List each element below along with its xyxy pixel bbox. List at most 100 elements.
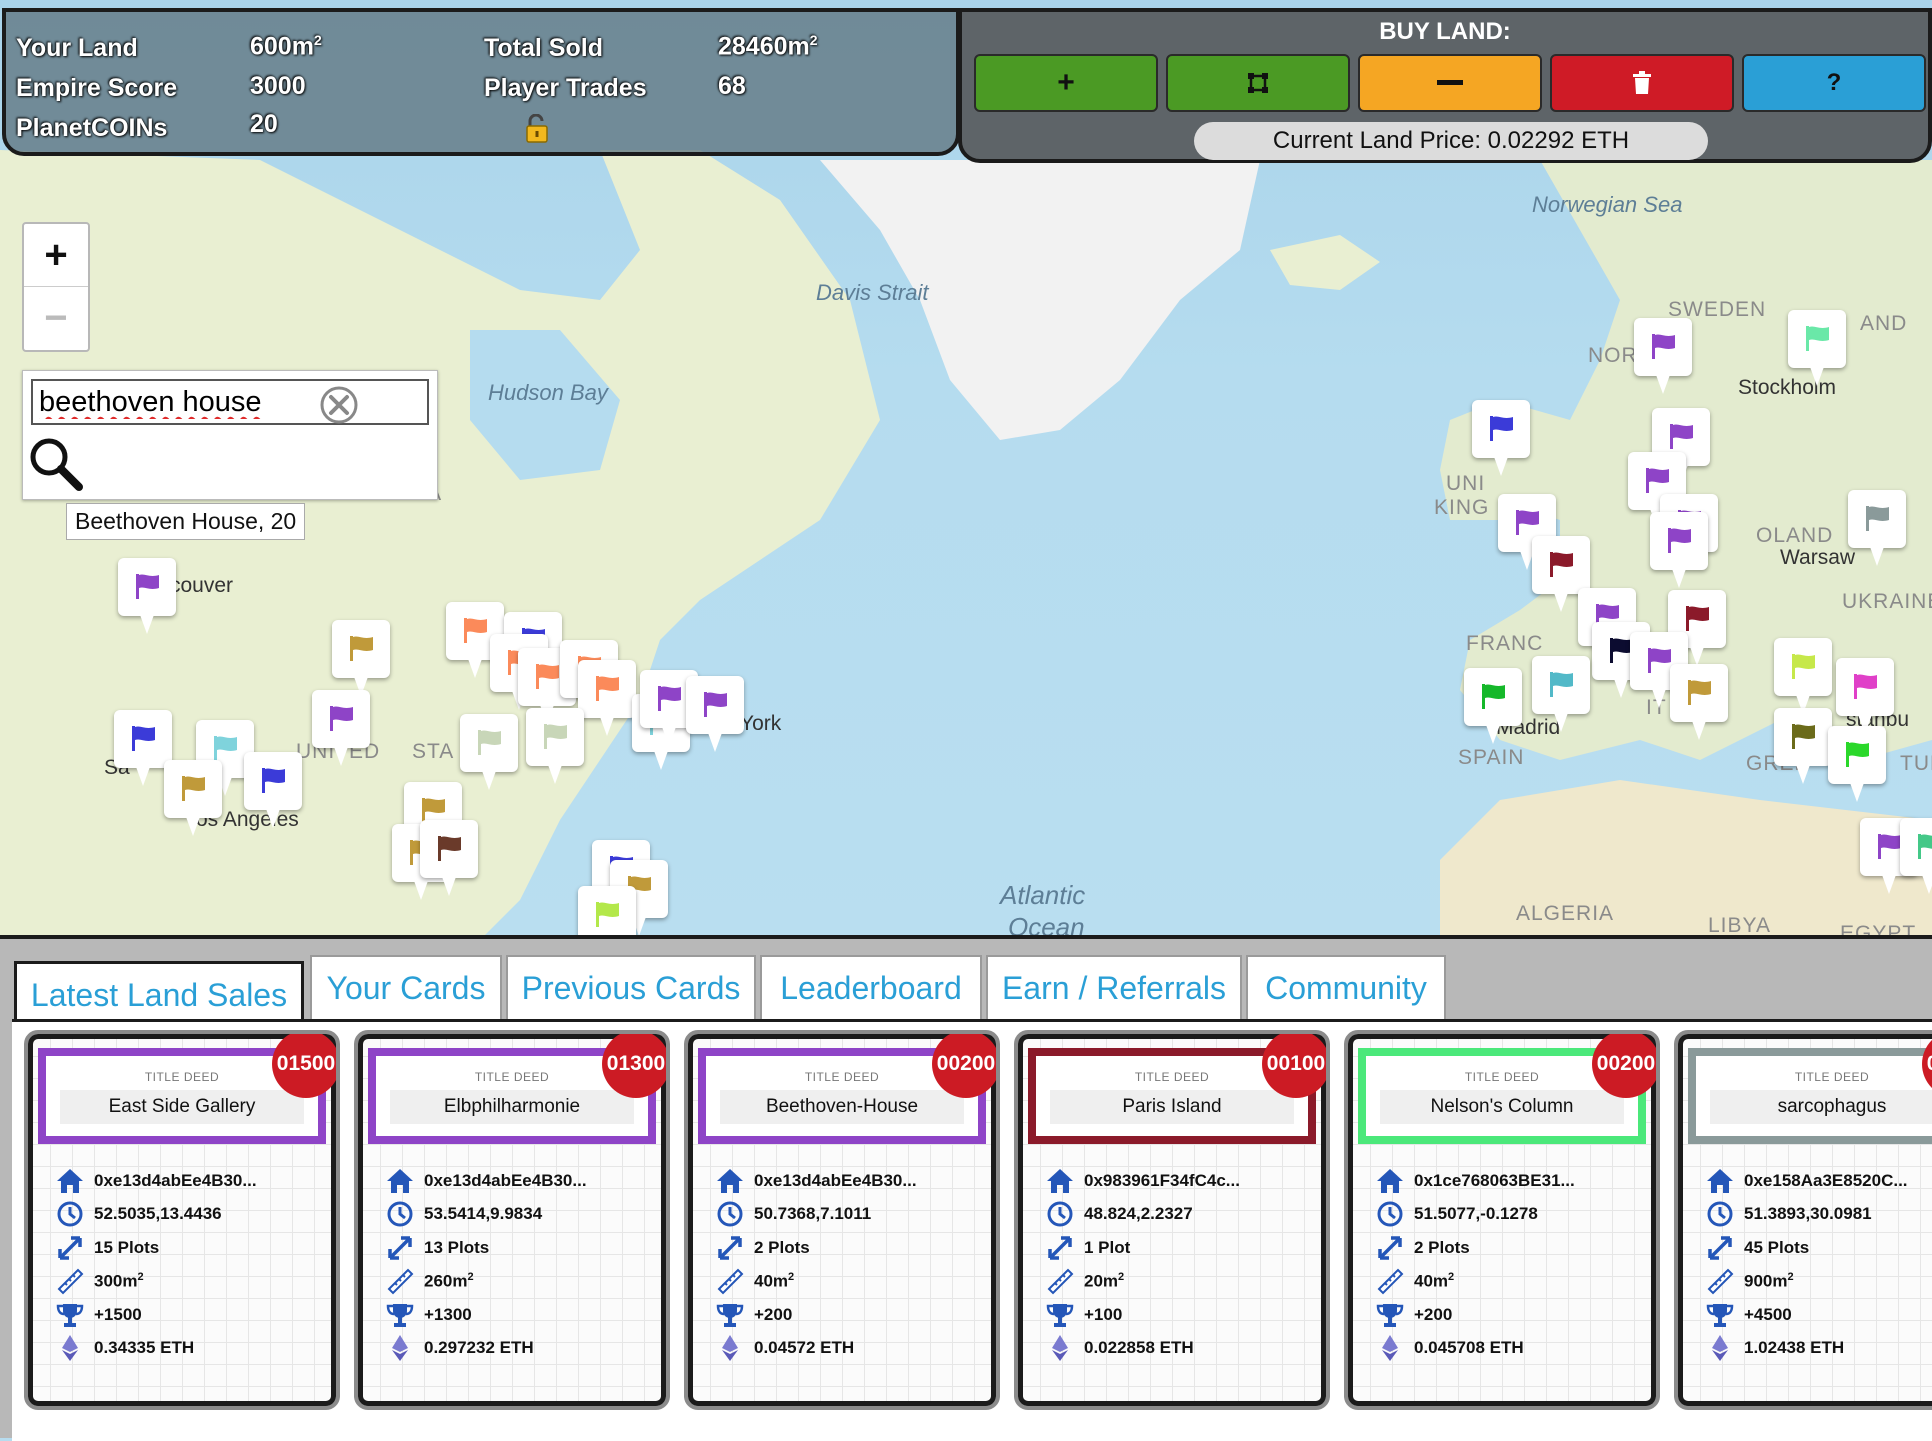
remove-land-button[interactable]: [1358, 54, 1542, 112]
score-badge: 00200: [1592, 1034, 1656, 1098]
card-name: Beethoven-House: [720, 1090, 964, 1124]
land-marker[interactable]: [578, 660, 636, 738]
flag-icon: [1550, 552, 1573, 577]
current-land-price: Current Land Price: 0.02292 ETH: [1194, 122, 1708, 160]
planetcoins-value: 20: [250, 110, 278, 138]
title-deed-card[interactable]: TITLE DEED Paris Island 00100 0x983961F34fC…: [1014, 1030, 1330, 1410]
tab-community[interactable]: Community: [1246, 955, 1446, 1019]
title-deed-card[interactable]: TITLE DEED Beethoven-House 00200 0xe13d4abE…: [684, 1030, 1000, 1410]
card-area: 40m2: [716, 1265, 917, 1299]
flag-icon: [536, 664, 559, 689]
map-label-uk-2: KING: [1434, 496, 1490, 519]
land-marker[interactable]: [1634, 318, 1692, 396]
search-input[interactable]: [31, 379, 429, 425]
map-label-warsaw: Warsaw: [1780, 546, 1856, 569]
clear-search-icon[interactable]: [319, 385, 359, 425]
land-marker[interactable]: [1774, 708, 1832, 786]
search-suggestion[interactable]: Beethoven House, 20: [66, 503, 306, 540]
title-deed-card[interactable]: TITLE DEEDsarcophagus045000xe158Aa3E8520…: [1674, 1030, 1932, 1410]
ruler-icon: [57, 1268, 84, 1295]
tab-leaderboard[interactable]: Leaderboard: [760, 955, 982, 1019]
select-area-button[interactable]: [1166, 54, 1350, 112]
card-owner: 0x983961F34fC4c...: [1046, 1164, 1240, 1198]
title-deed-card[interactable]: TITLE DEED Elbphilharmonie 01300 0xe13d4abE…: [354, 1030, 670, 1410]
land-marker[interactable]: [1670, 664, 1728, 742]
land-marker[interactable]: [1848, 490, 1906, 568]
land-marker[interactable]: [1788, 310, 1846, 388]
land-marker[interactable]: [1900, 818, 1932, 896]
map-label-ukraine: UKRAINE: [1842, 590, 1932, 613]
card-coordinates: 51.5077,-0.1278: [1376, 1198, 1575, 1232]
flag-icon: [1490, 416, 1513, 441]
card-owner: 0xe158Aa3E8520C...: [1706, 1164, 1908, 1198]
search-icon[interactable]: [27, 435, 85, 493]
land-marker[interactable]: [244, 752, 302, 830]
ethereum-icon: [392, 1335, 408, 1362]
zoom-out-button[interactable]: −: [24, 287, 88, 349]
card-price: 0.297232 ETH: [386, 1332, 587, 1366]
card-price: 0.34335 ETH: [56, 1332, 257, 1366]
land-marker[interactable]: [460, 714, 518, 792]
player-stats-panel: Your Land 600m2 Empire Score 3000 Planet…: [2, 8, 960, 156]
planetcoins-label: PlanetCOINs: [16, 114, 168, 142]
land-marker[interactable]: [332, 620, 390, 698]
location-search-panel: [22, 370, 438, 500]
expand-icon: [718, 1236, 742, 1260]
unlock-icon[interactable]: [524, 114, 550, 144]
land-marker[interactable]: [1532, 656, 1590, 734]
trophy-icon: [1046, 1303, 1074, 1327]
title-deed-card[interactable]: TITLE DEED Nelson's Column 00200 0x1ce76806…: [1344, 1030, 1660, 1410]
help-button[interactable]: ?: [1742, 54, 1926, 112]
flag-icon: [1854, 674, 1877, 699]
flag-icon: [596, 902, 619, 927]
flag-icon: [214, 736, 237, 761]
card-owner: 0xe13d4abEe4B30...: [56, 1164, 257, 1198]
land-marker[interactable]: [526, 708, 584, 786]
card-price: 0.022858 ETH: [1046, 1332, 1240, 1366]
add-land-button[interactable]: +: [974, 54, 1158, 112]
land-sales-cards: TITLE DEED East Side Gallery 01500 0xe13d4a…: [12, 1019, 1932, 1441]
card-score: +1500: [56, 1298, 257, 1332]
flag-icon: [1646, 468, 1669, 493]
flag-icon: [464, 618, 487, 643]
map-label-norway: NOR: [1588, 344, 1638, 367]
tab-previous-cards[interactable]: Previous Cards: [506, 955, 756, 1019]
tab-latest-land-sales[interactable]: Latest Land Sales: [14, 961, 304, 1027]
card-price: 0.04572 ETH: [716, 1332, 917, 1366]
compass-icon: [1377, 1201, 1403, 1227]
card-owner: 0x1ce768063BE31...: [1376, 1164, 1575, 1198]
ethereum-icon: [62, 1335, 78, 1362]
compass-icon: [717, 1201, 743, 1227]
buy-land-panel: BUY LAND: + ? Current Land Price: 0.0229…: [958, 8, 1932, 163]
land-marker[interactable]: [1828, 726, 1886, 804]
land-marker[interactable]: [1836, 658, 1894, 736]
land-marker[interactable]: [1464, 668, 1522, 746]
flag-icon: [1866, 506, 1889, 531]
land-marker[interactable]: [164, 760, 222, 838]
flag-icon: [1482, 684, 1505, 709]
expand-icon: [1378, 1236, 1402, 1260]
land-marker[interactable]: [686, 676, 744, 754]
map-label-davis-strait: Davis Strait: [816, 280, 929, 305]
flag-icon: [1686, 606, 1709, 631]
map-label-united-states-2: STA: [412, 740, 455, 763]
card-area: 40m2: [1376, 1265, 1575, 1299]
flag-icon: [1846, 742, 1869, 767]
land-marker[interactable]: [1472, 400, 1530, 478]
land-marker[interactable]: [420, 820, 478, 898]
plus-icon: +: [1057, 66, 1075, 99]
score-badge: 01500: [272, 1034, 336, 1098]
land-marker[interactable]: [578, 886, 636, 940]
land-marker[interactable]: [118, 558, 176, 636]
title-deed-card[interactable]: TITLE DEED East Side Gallery 01500 0xe13d4a…: [24, 1030, 340, 1410]
land-marker[interactable]: [1774, 638, 1832, 716]
tab-your-cards[interactable]: Your Cards: [310, 955, 502, 1019]
zoom-in-button[interactable]: +: [24, 224, 88, 287]
flag-icon: [136, 574, 159, 599]
card-plots: 15 Plots: [56, 1231, 257, 1265]
land-marker[interactable]: [1650, 512, 1708, 590]
total-sold-value: 28460m2: [718, 32, 818, 61]
tab-earn-referrals[interactable]: Earn / Referrals: [986, 955, 1242, 1019]
clear-selection-button[interactable]: [1550, 54, 1734, 112]
land-marker[interactable]: [312, 690, 370, 768]
